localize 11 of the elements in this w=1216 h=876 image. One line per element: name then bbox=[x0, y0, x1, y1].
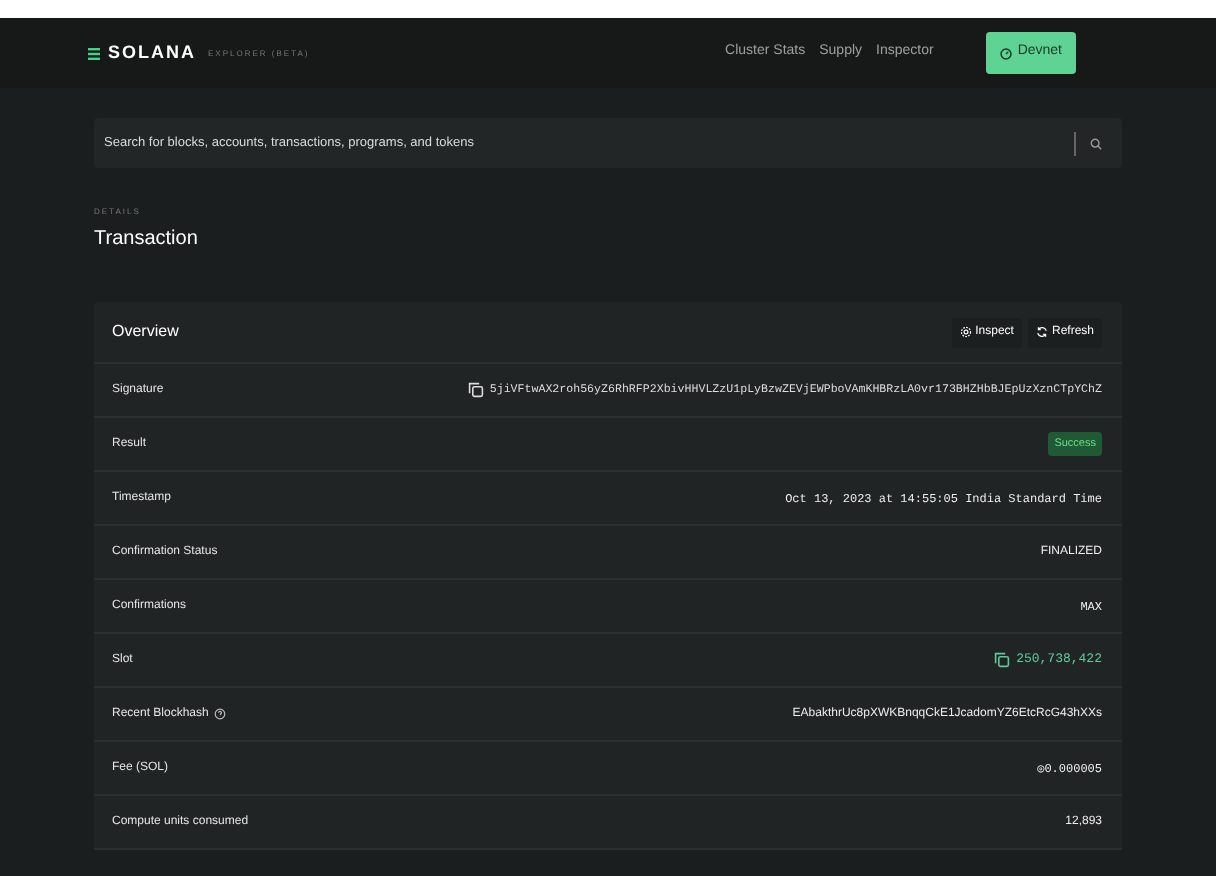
card-title: Overview bbox=[112, 320, 179, 344]
help-icon[interactable] bbox=[214, 708, 227, 720]
logo-text[interactable]: SOLANA bbox=[108, 39, 196, 67]
page-title: Transaction bbox=[94, 226, 200, 254]
logo-icon bbox=[88, 47, 100, 59]
gauge-icon bbox=[999, 47, 1012, 59]
copy-icon[interactable] bbox=[467, 382, 484, 398]
copy-icon[interactable] bbox=[994, 652, 1011, 668]
gear-icon bbox=[959, 326, 972, 338]
refresh-icon bbox=[1035, 326, 1048, 338]
search-icon[interactable] bbox=[1090, 137, 1102, 149]
